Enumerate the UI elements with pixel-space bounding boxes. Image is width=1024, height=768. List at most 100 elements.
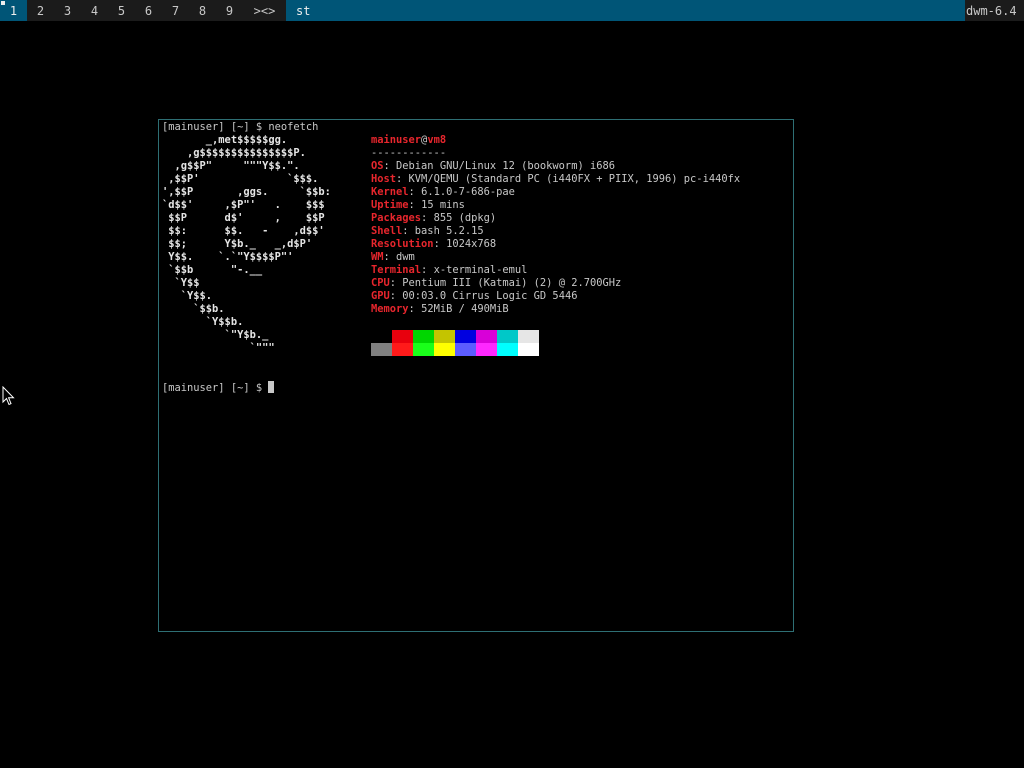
- ascii-line: `d$$' ,$P"' . $$$: [162, 199, 325, 211]
- info-value: Debian GNU/Linux 12 (bookworm) i686: [396, 160, 615, 172]
- occupied-indicator: [1, 1, 5, 5]
- ascii-line: `""": [162, 342, 275, 354]
- info-key: WM: [371, 251, 384, 263]
- separator: ------------: [371, 147, 447, 159]
- ascii-line: $$P d$' , $$P: [162, 212, 325, 224]
- tag-8[interactable]: 8: [189, 0, 216, 21]
- info-colon: :: [421, 264, 434, 276]
- tag-5[interactable]: 5: [108, 0, 135, 21]
- info-colon: :: [383, 251, 397, 263]
- text-cursor: [268, 381, 275, 393]
- tag-6[interactable]: 6: [135, 0, 162, 21]
- tag-label: 8: [198, 4, 207, 18]
- info-value: Pentium III (Katmai) (2) @ 2.700GHz: [402, 277, 622, 289]
- prompt-line[interactable]: [mainuser] [~] $: [162, 381, 275, 394]
- tag-label: 6: [144, 4, 153, 18]
- command: neofetch: [268, 121, 319, 133]
- user: mainuser: [371, 134, 422, 146]
- info-value: x-terminal-emul: [433, 264, 528, 276]
- tag-label: 1: [9, 4, 18, 18]
- color-swatch: [371, 330, 392, 343]
- info-key: GPU: [371, 290, 390, 302]
- color-swatch: [518, 330, 539, 343]
- info-key: Host: [371, 173, 397, 185]
- info-value: dwm: [396, 251, 415, 263]
- ascii-line: `$$b.: [162, 303, 225, 315]
- info-colon: :: [389, 290, 403, 302]
- ascii-line: ,g$$$$$$$$$$$$$$$P.: [162, 147, 306, 159]
- tag-4[interactable]: 4: [81, 0, 108, 21]
- user-host: mainuser@vm8: [371, 134, 446, 147]
- info-value: 6.1.0-7-686-pae: [421, 186, 515, 198]
- info-key: Terminal: [371, 264, 422, 276]
- layout-symbol[interactable]: ><>: [243, 0, 286, 21]
- info-colon: :: [408, 199, 422, 211]
- info-colon: :: [402, 225, 415, 237]
- tag-3[interactable]: 3: [54, 0, 81, 21]
- color-swatch: [476, 330, 497, 343]
- ascii-line: `"Y$b._: [162, 329, 269, 341]
- color-swatch: [371, 343, 392, 356]
- color-swatch: [455, 343, 476, 356]
- info-kernel: Kernel: 6.1.0-7-686-pae: [371, 186, 515, 199]
- ascii-line: `Y$$b.: [162, 316, 244, 328]
- info-value: 1024x768: [446, 238, 497, 250]
- info-memory: Memory: 52MiB / 490MiB: [371, 303, 509, 316]
- ascii-line: `$$b "-.__: [162, 264, 263, 276]
- tag-7[interactable]: 7: [162, 0, 189, 21]
- ascii-line: _,met$$$$$gg.: [162, 134, 288, 146]
- info-shell: Shell: bash 5.2.15: [371, 225, 484, 238]
- ascii-line: $$; Y$b._ _,d$P': [162, 238, 313, 250]
- ascii-line: Y$$. `.`"Y$$$$P"': [162, 251, 294, 263]
- tag-1[interactable]: 1: [0, 0, 27, 21]
- info-colon: :: [433, 238, 447, 250]
- ascii-line: `Y$$: [162, 277, 200, 289]
- info-os: OS: Debian GNU/Linux 12 (bookworm) i686: [371, 160, 615, 173]
- ascii-line: ,$$P' `$$$.: [162, 173, 319, 185]
- info-uptime: Uptime: 15 mins: [371, 199, 465, 212]
- info-colon: :: [383, 160, 397, 172]
- tag-label: 7: [171, 4, 180, 18]
- color-swatch: [434, 330, 455, 343]
- info-wm: WM: dwm: [371, 251, 415, 264]
- color-swatch: [497, 343, 518, 356]
- mouse-pointer-icon: [2, 386, 15, 406]
- color-swatch: [413, 330, 434, 343]
- color-swatch: [497, 330, 518, 343]
- tag-2[interactable]: 2: [27, 0, 54, 21]
- info-key: Kernel: [371, 186, 409, 198]
- info-value: 15 mins: [421, 199, 465, 211]
- info-value: 52MiB / 490MiB: [421, 303, 509, 315]
- color-palette: [371, 330, 539, 356]
- tag-9[interactable]: 9: [216, 0, 243, 21]
- window-title[interactable]: st: [286, 0, 965, 21]
- info-resolution: Resolution: 1024x768: [371, 238, 496, 251]
- info-packages: Packages: 855 (dpkg): [371, 212, 496, 225]
- ascii-line: ',$$P ,ggs. `$$b:: [162, 186, 331, 198]
- info-key: Packages: [371, 212, 422, 224]
- color-swatch: [413, 343, 434, 356]
- info-host: Host: KVM/QEMU (Standard PC (i440FX + PI…: [371, 173, 740, 186]
- info-key: Memory: [371, 303, 409, 315]
- ascii-line: ,g$$P" """Y$$.".: [162, 160, 300, 172]
- command-line: [mainuser] [~] $ neofetch: [162, 121, 318, 134]
- info-colon: :: [421, 212, 434, 224]
- info-key: Uptime: [371, 199, 409, 211]
- host: vm8: [427, 134, 447, 146]
- ascii-line: `Y$$.: [162, 290, 213, 302]
- color-swatch: [392, 343, 413, 356]
- tag-label: 4: [90, 4, 99, 18]
- terminal-window[interactable]: [mainuser] [~] $ neofetch _,met$$$$$gg. …: [158, 119, 794, 632]
- status-text: dwm-6.4: [965, 0, 1024, 21]
- info-value: KVM/QEMU (Standard PC (i440FX + PIIX, 19…: [408, 173, 741, 185]
- info-key: OS: [371, 160, 384, 172]
- info-colon: :: [389, 277, 403, 289]
- info-cpu: CPU: Pentium III (Katmai) (2) @ 2.700GHz: [371, 277, 621, 290]
- color-swatch: [455, 330, 476, 343]
- info-colon: :: [396, 173, 409, 185]
- info-key: CPU: [371, 277, 390, 289]
- prompt: [mainuser] [~] $: [162, 121, 269, 133]
- info-key: Shell: [371, 225, 403, 237]
- color-swatch: [518, 343, 539, 356]
- info-gpu: GPU: 00:03.0 Cirrus Logic GD 5446: [371, 290, 577, 303]
